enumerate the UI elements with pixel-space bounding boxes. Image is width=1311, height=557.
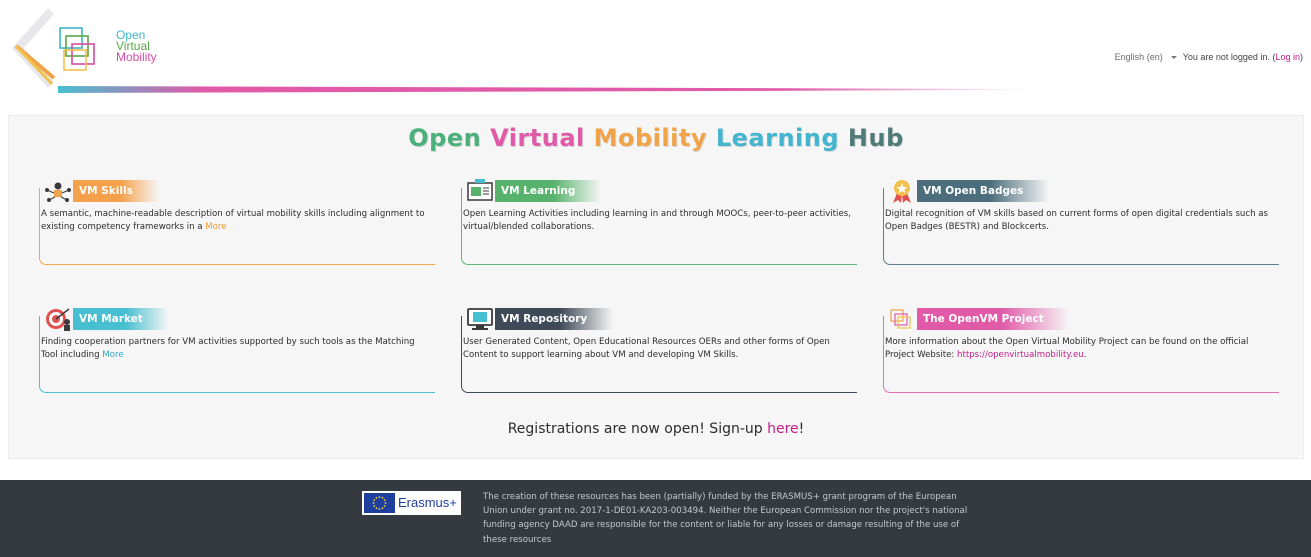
card-description: Finding cooperation partners for VM acti… <box>41 336 431 362</box>
title-word-hub: Hub <box>847 124 904 152</box>
learning-board-icon <box>467 179 493 201</box>
card-openvm-project[interactable]: The OpenVM Project More information abou… <box>883 306 1279 394</box>
site-logo[interactable]: Open Virtual Mobility <box>8 6 188 96</box>
card-title: The OpenVM Project <box>917 308 1070 330</box>
more-link[interactable]: More <box>102 350 123 360</box>
card-description-text: A semantic, machine-readable description… <box>41 209 425 232</box>
main-content: Open Virtual Mobility Learning Hub VM Sk… <box>8 115 1304 459</box>
registration-suffix: ! <box>798 421 805 437</box>
logo-mark-icon <box>12 8 95 88</box>
more-link[interactable]: More <box>205 222 226 232</box>
header-gradient-line <box>58 86 1028 93</box>
card-title: VM Open Badges <box>917 180 1050 202</box>
logo-line-mobility: Mobility <box>116 50 157 64</box>
card-description-suffix: . <box>1083 350 1087 360</box>
card-description: User Generated Content, Open Educational… <box>463 337 830 360</box>
card-vm-open-badges[interactable]: VM Open Badges Digital recognition of VM… <box>883 178 1279 266</box>
card-description: Open Learning Activities including learn… <box>463 209 851 232</box>
card-title: VM Skills <box>73 180 159 202</box>
erasmus-logo: Erasmus+ <box>362 491 461 515</box>
page-title: Open Virtual Mobility Learning Hub <box>9 124 1303 152</box>
card-title: VM Repository <box>495 308 614 330</box>
site-footer: Erasmus+ The creation of these resources… <box>0 480 1311 557</box>
card-vm-skills[interactable]: VM Skills A semantic, machine-readable d… <box>39 178 435 266</box>
card-description: More information about the Open Virtual … <box>885 336 1275 362</box>
project-squares-icon <box>890 309 911 329</box>
title-word-learning: Learning <box>715 124 840 152</box>
login-status: You are not logged in. <box>1182 52 1270 62</box>
repository-monitor-icon <box>467 308 493 330</box>
title-word-mobility: Mobility <box>593 124 707 152</box>
project-website-link[interactable]: https://openvirtualmobility.eu <box>957 350 1084 360</box>
header-user-menu: English (en) You are not logged in. (Log … <box>1115 52 1303 62</box>
card-title: VM Learning <box>495 180 602 202</box>
skills-network-icon <box>45 182 71 202</box>
signup-link[interactable]: here <box>767 421 799 437</box>
login-paren-close: ) <box>1300 52 1303 62</box>
card-vm-market[interactable]: VM Market Finding cooperation partners f… <box>39 306 435 394</box>
card-description: Digital recognition of VM skills based o… <box>885 209 1269 232</box>
eu-flag-icon <box>364 493 395 513</box>
site-header: Open Virtual Mobility English (en) You ar… <box>0 0 1311 112</box>
card-vm-learning[interactable]: VM Learning Open Learning Activities inc… <box>461 178 857 266</box>
funding-disclaimer: The creation of these resources has been… <box>483 492 968 545</box>
erasmus-label: Erasmus+ <box>398 495 457 510</box>
login-link[interactable]: Log in <box>1275 52 1300 62</box>
title-word-open: Open <box>408 124 482 152</box>
language-selector[interactable]: English (en) <box>1115 52 1163 62</box>
logo-text: Open Virtual Mobility <box>116 29 157 64</box>
card-description-text: Finding cooperation partners for VM acti… <box>41 337 415 360</box>
target-market-icon <box>46 308 70 331</box>
badge-ribbon-icon <box>893 180 911 203</box>
card-vm-repository[interactable]: VM Repository User Generated Content, Op… <box>461 306 857 394</box>
chevron-down-icon[interactable] <box>1170 56 1177 60</box>
card-description: A semantic, machine-readable description… <box>41 208 431 234</box>
registration-notice: Registrations are now open! Sign-up here… <box>9 421 1303 437</box>
card-title: VM Market <box>73 308 169 330</box>
registration-text: Registrations are now open! Sign-up <box>507 421 768 437</box>
title-word-virtual: Virtual <box>490 124 585 152</box>
